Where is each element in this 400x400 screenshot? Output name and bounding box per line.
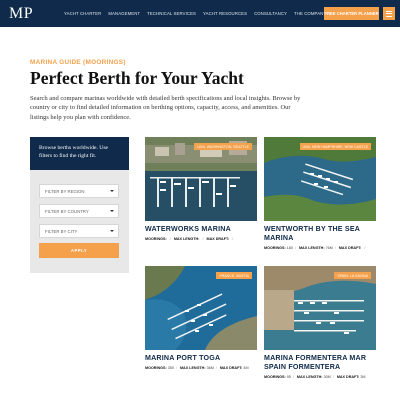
filter-city-value: FILTER BY CITY (45, 228, 78, 234)
max-length-value: 76M (325, 246, 333, 250)
free-charter-planner-button[interactable]: FREE CHARTER PLANNER (324, 7, 379, 20)
marina-specs: MOORINGS: / MAX LENGTH: / MAX DRAFT: / (145, 237, 234, 241)
moorings-label: MOORINGS: (145, 237, 167, 241)
top-navigation-bar: MP YACHT CHARTER MANAGEMENT TECHNICAL SE… (0, 0, 400, 27)
max-length-label: MAX LENGTH: (179, 366, 206, 370)
marina-photo[interactable]: FRANCE, BASTIA (145, 266, 257, 350)
page-title: Perfect Berth for Your Yacht (30, 68, 244, 88)
marina-photo[interactable]: USA, NEW HAMPSHIRE, NEW CASTLE (264, 137, 376, 221)
apply-filters-button[interactable]: APPLY (39, 243, 119, 258)
moorings-label: MOORINGS: (264, 375, 286, 379)
nav-yacht-charter[interactable]: YACHT CHARTER (64, 11, 101, 16)
marina-specs: MOORINGS: 180/ MAX LENGTH: 76M / MAX DRAF… (264, 246, 366, 250)
marina-name[interactable]: MARINA PORT TOGA (145, 354, 257, 363)
max-length-value: 30M (323, 375, 331, 379)
filter-region-value: FILTER BY REGION (45, 188, 85, 194)
filter-country-value: FILTER BY COUNTRY (45, 208, 89, 214)
max-draft-label: MAX DRAFT: (338, 246, 362, 250)
hamburger-menu-icon[interactable] (383, 7, 395, 20)
nav-yacht-resources[interactable]: YACHT RESOURCES (203, 11, 247, 16)
marina-name[interactable]: MARINA FORMENTERA MAR SPAIN FORMENTERA (264, 354, 376, 371)
max-draft-label: MAX DRAFT: (206, 237, 230, 241)
max-length-label: MAX LENGTH: (173, 237, 200, 241)
location-badge: USA, WASHINGTON, SEATTLE (194, 143, 252, 150)
marina-specs: MOORINGS: 95/ MAX LENGTH: 30M / MAX DRAFT… (264, 375, 366, 379)
chevron-down-icon (110, 189, 114, 192)
moorings-label: MOORINGS: (264, 246, 286, 250)
filter-country-select[interactable]: FILTER BY COUNTRY (39, 204, 119, 218)
max-draft-value: 3M (360, 375, 366, 379)
max-draft-value: 4M (243, 366, 249, 370)
marina-name[interactable]: WENTWORTH BY THE SEA MARINA (264, 225, 376, 242)
marina-specs: MOORINGS: 350/ MAX LENGTH: 36M / MAX DRAF… (145, 366, 249, 370)
filter-region-select[interactable]: FILTER BY REGION (39, 184, 119, 198)
marina-name[interactable]: WATERWORKS MARINA (145, 225, 257, 234)
moorings-label: MOORINGS: (145, 366, 167, 370)
filter-heading: Browse berths worldwide. Use filters to … (30, 137, 129, 170)
location-badge: SPAIN, LA SAVINA (334, 272, 371, 279)
nav-technical-services[interactable]: TECHNICAL SERVICES (147, 11, 196, 16)
max-draft-label: MAX DRAFT: (336, 375, 360, 379)
max-draft-label: MAX DRAFT: (219, 366, 243, 370)
location-badge: FRANCE, BASTIA (216, 272, 252, 279)
nav-consultancy[interactable]: CONSULTANCY (254, 11, 287, 16)
moorings-value: 350 (167, 366, 174, 370)
filter-city-select[interactable]: FILTER BY CITY (39, 224, 119, 238)
intro-text: Search and compare marinas worldwide wit… (30, 95, 301, 121)
location-badge: USA, NEW HAMPSHIRE, NEW CASTLE (299, 143, 371, 150)
chevron-down-icon (110, 209, 114, 212)
max-length-value: 36M (206, 366, 214, 370)
moorings-value: 95 (286, 375, 291, 379)
marina-photo[interactable]: SPAIN, LA SAVINA (264, 266, 376, 350)
filter-panel: Browse berths worldwide. Use filters to … (30, 137, 129, 273)
moorings-value: 180 (286, 246, 293, 250)
marina-photo[interactable]: USA, WASHINGTON, SEATTLE (145, 137, 257, 221)
max-length-label: MAX LENGTH: (298, 246, 325, 250)
section-kicker: MARINA GUIDE (MOORINGS) (30, 59, 126, 66)
chevron-down-icon (110, 229, 114, 232)
nav-management[interactable]: MANAGEMENT (108, 11, 140, 16)
max-length-label: MAX LENGTH: (296, 375, 323, 379)
nav-the-company[interactable]: THE COMPANY (294, 11, 326, 16)
site-logo[interactable]: MP (9, 5, 33, 23)
main-nav: YACHT CHARTER MANAGEMENT TECHNICAL SERVI… (64, 11, 333, 16)
